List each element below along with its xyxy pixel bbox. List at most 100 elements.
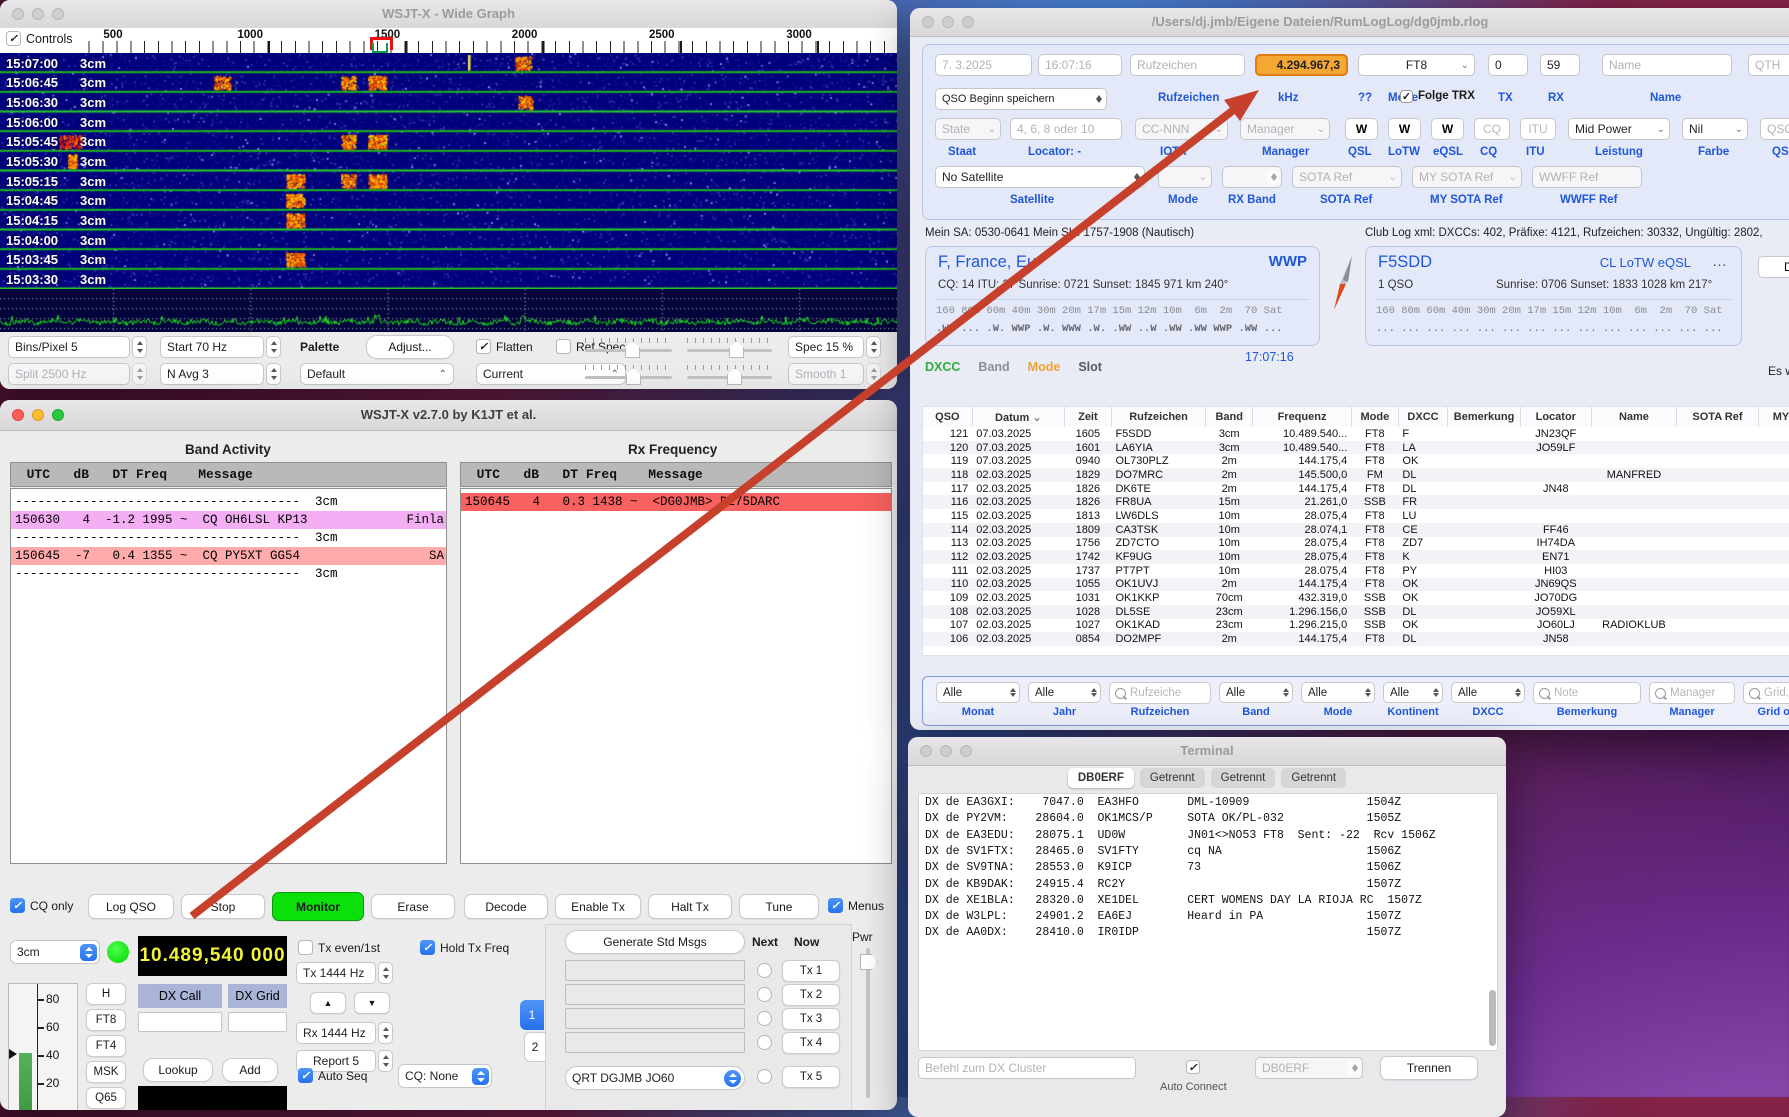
log-row[interactable]: 11302.03.20251756ZD7CTO10m28.075,4FT8ZD7… bbox=[923, 537, 1789, 551]
log-row[interactable]: 11002.03.20251055OK1UVJ2m144.175,4FT8OKJ… bbox=[923, 578, 1789, 592]
slider-thumb-icon[interactable] bbox=[727, 368, 742, 385]
sota-ref-select[interactable]: SOTA Ref⌄ bbox=[1292, 166, 1402, 188]
filter-select-band[interactable]: Alle bbox=[1219, 682, 1293, 703]
wwff-ref-input[interactable]: WWFF Ref bbox=[1532, 166, 1642, 188]
iota-number-input[interactable]: 4, 6, 8 oder 10 bbox=[1010, 118, 1122, 140]
column-header-bemerkung[interactable]: Bemerkung bbox=[1448, 407, 1521, 427]
tx-select-radio[interactable] bbox=[757, 1011, 772, 1026]
stepper-icon[interactable] bbox=[1511, 684, 1523, 701]
rumlog-titlebar[interactable]: /Users/dj.jmb/Eigene Dateien/RumLogLog/d… bbox=[910, 8, 1789, 37]
log-row[interactable]: 11502.03.20251813LW6DLS10m28.075,4FT8LU bbox=[923, 509, 1789, 523]
stepper-icon[interactable] bbox=[1130, 169, 1142, 185]
log-row[interactable]: 12107.03.20251605F5SDD3cm10.489.540...FT… bbox=[923, 427, 1789, 441]
tx-select-radio[interactable] bbox=[757, 1035, 772, 1050]
band-separator-row[interactable]: -------------------------------------- 3… bbox=[11, 529, 446, 547]
split-spinbox[interactable]: Split 2500 Hz bbox=[8, 363, 130, 385]
erase-button[interactable]: Erase bbox=[371, 894, 455, 919]
column-header-rufzeichen[interactable]: Rufzeichen bbox=[1111, 407, 1205, 427]
filter-select-kontinent[interactable]: Alle bbox=[1383, 682, 1443, 703]
log-qso-button[interactable]: Log QSO bbox=[88, 894, 174, 919]
smooth-spinbox[interactable]: Smooth 1 bbox=[788, 363, 864, 385]
khz-field[interactable]: 4.294.967,3 bbox=[1255, 54, 1348, 76]
stepper-icon[interactable] bbox=[866, 363, 881, 385]
slider-thumb-icon[interactable] bbox=[625, 341, 640, 358]
band-separator-row[interactable]: -------------------------------------- 3… bbox=[11, 565, 446, 583]
stepper-icon[interactable] bbox=[1092, 91, 1104, 107]
log-row[interactable]: 10702.03.20251027OK1KAD23cm1.296.215,0SS… bbox=[923, 619, 1789, 633]
stepper-icon[interactable] bbox=[132, 336, 147, 358]
log-row[interactable]: 10902.03.20251031OK1KKP70cm432.319,0SSBO… bbox=[923, 591, 1789, 605]
generate-std-msgs-button[interactable]: Generate Std Msgs bbox=[565, 930, 745, 954]
satellite-select[interactable]: No Satellite bbox=[935, 166, 1145, 188]
tx5-select-stepper-icon[interactable] bbox=[724, 1070, 741, 1087]
freq-down-button[interactable]: ▼ bbox=[354, 992, 390, 1014]
column-header-qso[interactable]: QSO bbox=[923, 407, 972, 427]
tx-message-field[interactable] bbox=[565, 1008, 745, 1029]
tx-select-radio[interactable] bbox=[757, 987, 772, 1002]
auto-connect-checkbox[interactable]: ✓ bbox=[1186, 1060, 1200, 1074]
ellipsis-icon[interactable]: … bbox=[1712, 253, 1729, 270]
lookup-button[interactable]: Lookup bbox=[143, 1058, 213, 1082]
folge-trx-checkbox[interactable]: ✓ bbox=[1400, 90, 1413, 103]
log-row[interactable]: 11402.03.20251809CA3TSK10m28.074,1FT8CEF… bbox=[923, 523, 1789, 537]
mode-button-msk[interactable]: MSK bbox=[86, 1061, 126, 1083]
dx-grid-input[interactable] bbox=[228, 1012, 287, 1032]
main-titlebar[interactable]: WSJT-X v2.7.0 by K1JT et al. bbox=[0, 400, 897, 431]
column-header-frequenz[interactable]: Frequenz bbox=[1253, 407, 1352, 427]
stepper-icon[interactable] bbox=[266, 336, 281, 358]
tx-message-field[interactable] bbox=[565, 960, 745, 981]
stepper-icon[interactable] bbox=[1267, 169, 1279, 185]
zero-slider[interactable] bbox=[687, 336, 772, 358]
tx-1-button[interactable]: Tx 1 bbox=[782, 960, 840, 982]
time-field[interactable]: 16:07:16 bbox=[1038, 54, 1122, 76]
hold-tx-checkbox[interactable]: ✓ bbox=[420, 940, 435, 955]
sat-mode-select[interactable]: ⌄ bbox=[1158, 166, 1212, 188]
log-row[interactable]: 10802.03.20251028DL5SE23cm1.296.156,0SSB… bbox=[923, 605, 1789, 619]
itu-zone-button[interactable]: ITU bbox=[1520, 118, 1556, 140]
scrollbar[interactable] bbox=[1489, 990, 1496, 1046]
pwr-slider[interactable] bbox=[866, 948, 870, 1098]
tx-report-field[interactable]: 0 bbox=[1488, 54, 1528, 76]
auto-seq-checkbox[interactable]: ✓ bbox=[298, 1068, 313, 1083]
decode-row[interactable]: 150645 -7 0.4 1355 ~ CQ PY5XT GG54SA bbox=[11, 547, 446, 565]
log-row[interactable]: 11102.03.20251737PT7PT10m28.075,4FT8PYHI… bbox=[923, 564, 1789, 578]
freq-up-button[interactable]: ▲ bbox=[310, 992, 346, 1014]
add-button[interactable]: Add bbox=[222, 1058, 278, 1082]
log-row[interactable]: 11802.03.20251829DO7MRC2m145.500,0FMDLMA… bbox=[923, 468, 1789, 482]
waterfall[interactable]: 15:07:003cm15:06:453cm15:06:303cm15:06:0… bbox=[0, 53, 897, 289]
rx-report-field[interactable]: 59 bbox=[1540, 54, 1580, 76]
filter-search-bemerkung[interactable]: Note bbox=[1533, 682, 1641, 704]
band-select-stepper-icon[interactable] bbox=[80, 944, 97, 961]
mode-button-ft8[interactable]: FT8 bbox=[86, 1009, 126, 1031]
eqsl-w-button[interactable]: W bbox=[1431, 118, 1464, 140]
mode-button-ft4[interactable]: FT4 bbox=[86, 1035, 126, 1057]
log-row[interactable]: 10602.03.20250854DO2MPF2m144.175,4FT8DLJ… bbox=[923, 632, 1789, 646]
decode-row[interactable]: 150630 4 -1.2 1995 ~ CQ OH6LSL KP13Finla bbox=[11, 511, 446, 529]
msg-tab-2[interactable]: 2 bbox=[524, 1032, 546, 1062]
view-tab-mode[interactable]: Mode bbox=[1028, 360, 1061, 374]
stepper-icon[interactable] bbox=[132, 363, 147, 385]
view-tab-band[interactable]: Band bbox=[978, 360, 1009, 374]
column-header-datum[interactable]: Datum ⌄ bbox=[972, 407, 1064, 427]
flatten-checkbox[interactable]: ✓ bbox=[476, 339, 491, 354]
stepper-icon[interactable] bbox=[266, 363, 281, 385]
tx5-message-select[interactable]: QRT DGJMB JO60 bbox=[565, 1066, 745, 1090]
bins-pixel-spinbox[interactable]: Bins/Pixel 5 bbox=[8, 336, 130, 358]
decode-button[interactable]: Decode bbox=[464, 894, 548, 919]
bright-slider[interactable] bbox=[585, 363, 672, 385]
tx-freq-spinbox[interactable]: Tx 1444 Hz bbox=[296, 962, 376, 984]
cq-only-checkbox[interactable]: ✓ bbox=[10, 898, 25, 913]
tx-even-checkbox[interactable] bbox=[298, 940, 313, 955]
stepper-icon[interactable] bbox=[1429, 684, 1441, 701]
stepper-icon[interactable] bbox=[378, 962, 393, 984]
tx-message-field[interactable] bbox=[565, 984, 745, 1005]
tx-2-button[interactable]: Tx 2 bbox=[782, 984, 840, 1006]
state-select[interactable]: State⌄ bbox=[935, 118, 1001, 140]
gain-slider[interactable] bbox=[585, 336, 672, 358]
n-avg-spinbox[interactable]: N Avg 3 bbox=[160, 363, 264, 385]
column-header-sota-ref[interactable]: SOTA Ref bbox=[1677, 407, 1758, 427]
stepper-icon[interactable] bbox=[866, 336, 881, 358]
band-separator-row[interactable]: -------------------------------------- 3… bbox=[11, 493, 446, 511]
column-header-zeit[interactable]: Zeit bbox=[1064, 407, 1111, 427]
column-header-my-so[interactable]: MY SO bbox=[1758, 407, 1789, 427]
